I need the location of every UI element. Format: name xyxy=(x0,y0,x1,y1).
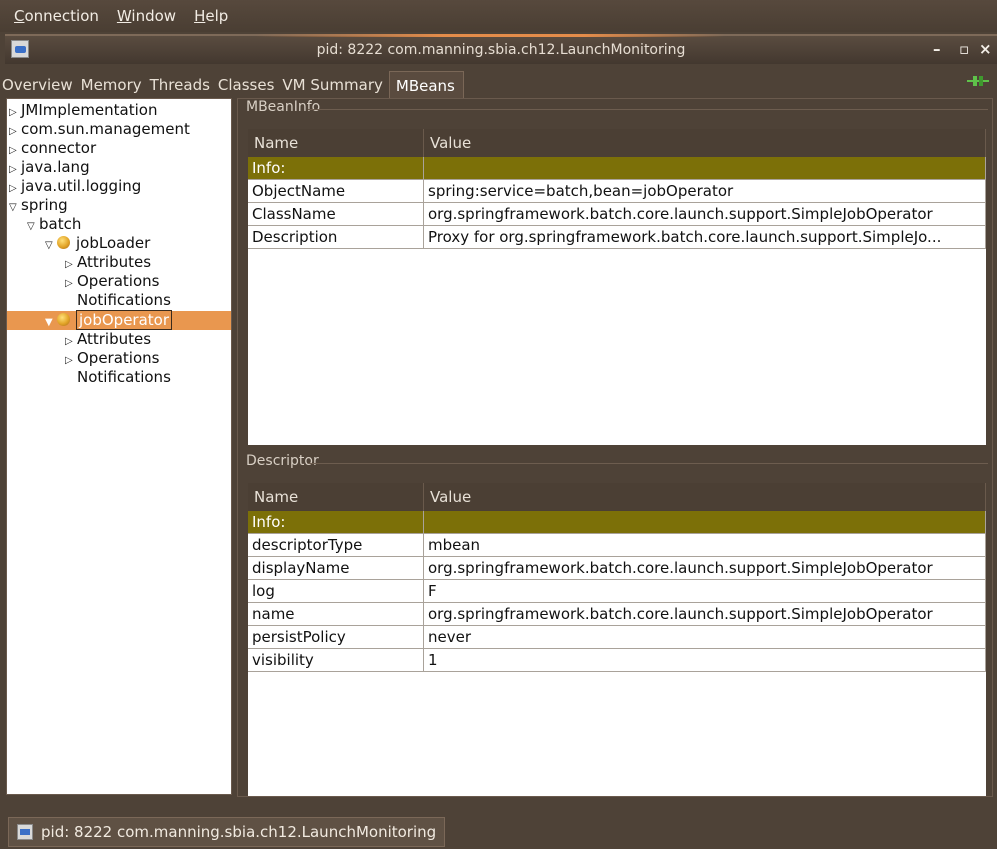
menu-connection[interactable]: Connection xyxy=(14,7,99,25)
mbean-tree[interactable]: ▷ JMImplementation ▷ com.sun.management ▷ c… xyxy=(6,98,232,795)
table-row[interactable]: persistPolicy never xyxy=(248,626,986,649)
menu-window[interactable]: Window xyxy=(117,7,176,25)
table-body: Info: descriptorType mbean displayName org… xyxy=(248,511,986,672)
cell-name: ObjectName xyxy=(248,180,424,202)
bean-icon xyxy=(57,236,70,249)
expand-icon[interactable]: ▷ xyxy=(65,351,77,370)
mbeaninfo-title: MBeanInfo xyxy=(246,99,321,115)
cell-name: Info: xyxy=(248,511,424,533)
table-row-info[interactable]: Info: xyxy=(248,511,986,534)
cell-value: F xyxy=(424,580,986,602)
tree-node-joboperator-operations[interactable]: ▷ Operations xyxy=(65,349,159,368)
tree-node-jobloader-notifications[interactable]: Notifications xyxy=(77,291,171,310)
tree-node-joboperator[interactable]: ▼ jobOperator xyxy=(45,310,173,332)
descriptor-table[interactable]: Name Value Info: descriptorType mbean dis… xyxy=(248,483,986,796)
descriptor-title: Descriptor xyxy=(246,453,319,469)
tree-node-jobloader[interactable]: ▽ jobLoader xyxy=(45,234,150,253)
table-row[interactable]: descriptorType mbean xyxy=(248,534,986,557)
collapse-icon[interactable]: ▼ xyxy=(45,313,57,332)
tab-memory[interactable]: Memory xyxy=(79,71,144,99)
cell-name: ClassName xyxy=(248,203,424,225)
table-row[interactable]: name org.springframework.batch.core.launc… xyxy=(248,603,986,626)
tab-bar: Overview Memory Threads Classes VM Summa… xyxy=(0,66,997,99)
tree-node-connector[interactable]: ▷ connector xyxy=(9,139,96,158)
collapse-icon[interactable]: ▽ xyxy=(45,236,57,255)
mbean-detail-panel: MBeanInfo Name Value Info: ObjectName spr… xyxy=(237,98,993,797)
tree-node-java-lang[interactable]: ▷ java.lang xyxy=(9,158,90,177)
tab-vm-summary[interactable]: VM Summary xyxy=(280,71,384,99)
table-row[interactable]: Description Proxy for org.springframework… xyxy=(248,226,986,249)
cell-name: displayName xyxy=(248,557,424,579)
cell-name: log xyxy=(248,580,424,602)
tab-overview[interactable]: Overview xyxy=(0,71,75,99)
table-body: Info: ObjectName spring:service=batch,bea… xyxy=(248,157,986,249)
table-header: Name Value xyxy=(248,483,986,511)
tab-threads[interactable]: Threads xyxy=(148,71,212,99)
table-row[interactable]: ObjectName spring:service=batch,bean=jobO… xyxy=(248,180,986,203)
table-row[interactable]: displayName org.springframework.batch.cor… xyxy=(248,557,986,580)
cell-value: spring:service=batch,bean=jobOperator xyxy=(424,180,986,202)
tree-node-com-sun-management[interactable]: ▷ com.sun.management xyxy=(9,120,190,139)
cell-value: Proxy for org.springframework.batch.core… xyxy=(424,226,986,248)
table-row[interactable]: ClassName org.springframework.batch.core.… xyxy=(248,203,986,226)
column-header-name[interactable]: Name xyxy=(248,483,424,511)
tree-node-joboperator-attributes[interactable]: ▷ Attributes xyxy=(65,330,151,349)
tab-classes[interactable]: Classes xyxy=(216,71,277,99)
cell-value: mbean xyxy=(424,534,986,556)
cell-value xyxy=(424,511,986,533)
table-row[interactable]: visibility 1 xyxy=(248,649,986,672)
cell-name: Description xyxy=(248,226,424,248)
window-title: pid: 8222 com.manning.sbia.ch12.LaunchMo… xyxy=(316,42,686,58)
app-icon xyxy=(17,824,33,840)
tree-node-joboperator-notifications[interactable]: Notifications xyxy=(77,368,171,387)
taskbar-window-button[interactable]: pid: 8222 com.manning.sbia.ch12.LaunchMo… xyxy=(8,817,446,847)
tab-mbeans[interactable]: MBeans xyxy=(388,71,464,99)
taskbar: pid: 8222 com.manning.sbia.ch12.LaunchMo… xyxy=(0,815,997,849)
cell-value: never xyxy=(424,626,986,648)
tree-node-spring[interactable]: ▽ spring xyxy=(9,196,68,215)
tree-node-jobloader-operations[interactable]: ▷ Operations xyxy=(65,272,159,291)
tree-node-batch[interactable]: ▽ batch xyxy=(27,215,81,234)
internal-frame-titlebar: pid: 8222 com.manning.sbia.ch12.LaunchMo… xyxy=(5,34,997,64)
menu-bar: Connection Window Help xyxy=(0,0,997,32)
menu-help[interactable]: Help xyxy=(194,7,228,25)
tree-node-jmimplementation[interactable]: ▷ JMImplementation xyxy=(9,101,157,120)
cell-name: visibility xyxy=(248,649,424,671)
cell-name: Info: xyxy=(248,157,424,179)
cell-name: name xyxy=(248,603,424,625)
cell-name: persistPolicy xyxy=(248,626,424,648)
mbeaninfo-group: MBeanInfo Name Value Info: ObjectName spr… xyxy=(238,99,992,445)
column-header-value[interactable]: Value xyxy=(424,129,986,157)
table-row[interactable]: log F xyxy=(248,580,986,603)
tree-node-jobloader-attributes[interactable]: ▷ Attributes xyxy=(65,253,151,272)
minimize-button[interactable]: – xyxy=(933,40,941,58)
cell-value: org.springframework.batch.core.launch.su… xyxy=(424,557,986,579)
titlebar-highlight xyxy=(255,34,725,37)
cell-value: org.springframework.batch.core.launch.su… xyxy=(424,603,986,625)
mbeaninfo-table[interactable]: Name Value Info: ObjectName spring:servic… xyxy=(248,129,986,445)
expand-icon[interactable]: ▷ xyxy=(65,274,77,293)
cell-name: descriptorType xyxy=(248,534,424,556)
split-pane-divider[interactable] xyxy=(238,445,992,453)
column-header-name[interactable]: Name xyxy=(248,129,424,157)
table-header: Name Value xyxy=(248,129,986,157)
connection-status-icon xyxy=(967,76,989,86)
tree-node-java-util-logging[interactable]: ▷ java.util.logging xyxy=(9,177,141,196)
cell-value: 1 xyxy=(424,649,986,671)
bean-icon xyxy=(57,313,70,326)
maximize-button[interactable]: ▫ xyxy=(959,40,969,58)
taskbar-label: pid: 8222 com.manning.sbia.ch12.LaunchMo… xyxy=(41,823,437,841)
column-header-value[interactable]: Value xyxy=(424,483,986,511)
group-divider xyxy=(308,109,988,110)
close-button[interactable]: × xyxy=(979,40,992,58)
cell-value xyxy=(424,157,986,179)
cell-value: org.springframework.batch.core.launch.su… xyxy=(424,203,986,225)
group-divider xyxy=(308,463,988,464)
descriptor-group: Descriptor Name Value Info: descriptorTy… xyxy=(238,453,992,796)
collapse-icon[interactable]: ▽ xyxy=(9,198,21,217)
table-row-info[interactable]: Info: xyxy=(248,157,986,180)
collapse-icon[interactable]: ▽ xyxy=(27,217,39,236)
